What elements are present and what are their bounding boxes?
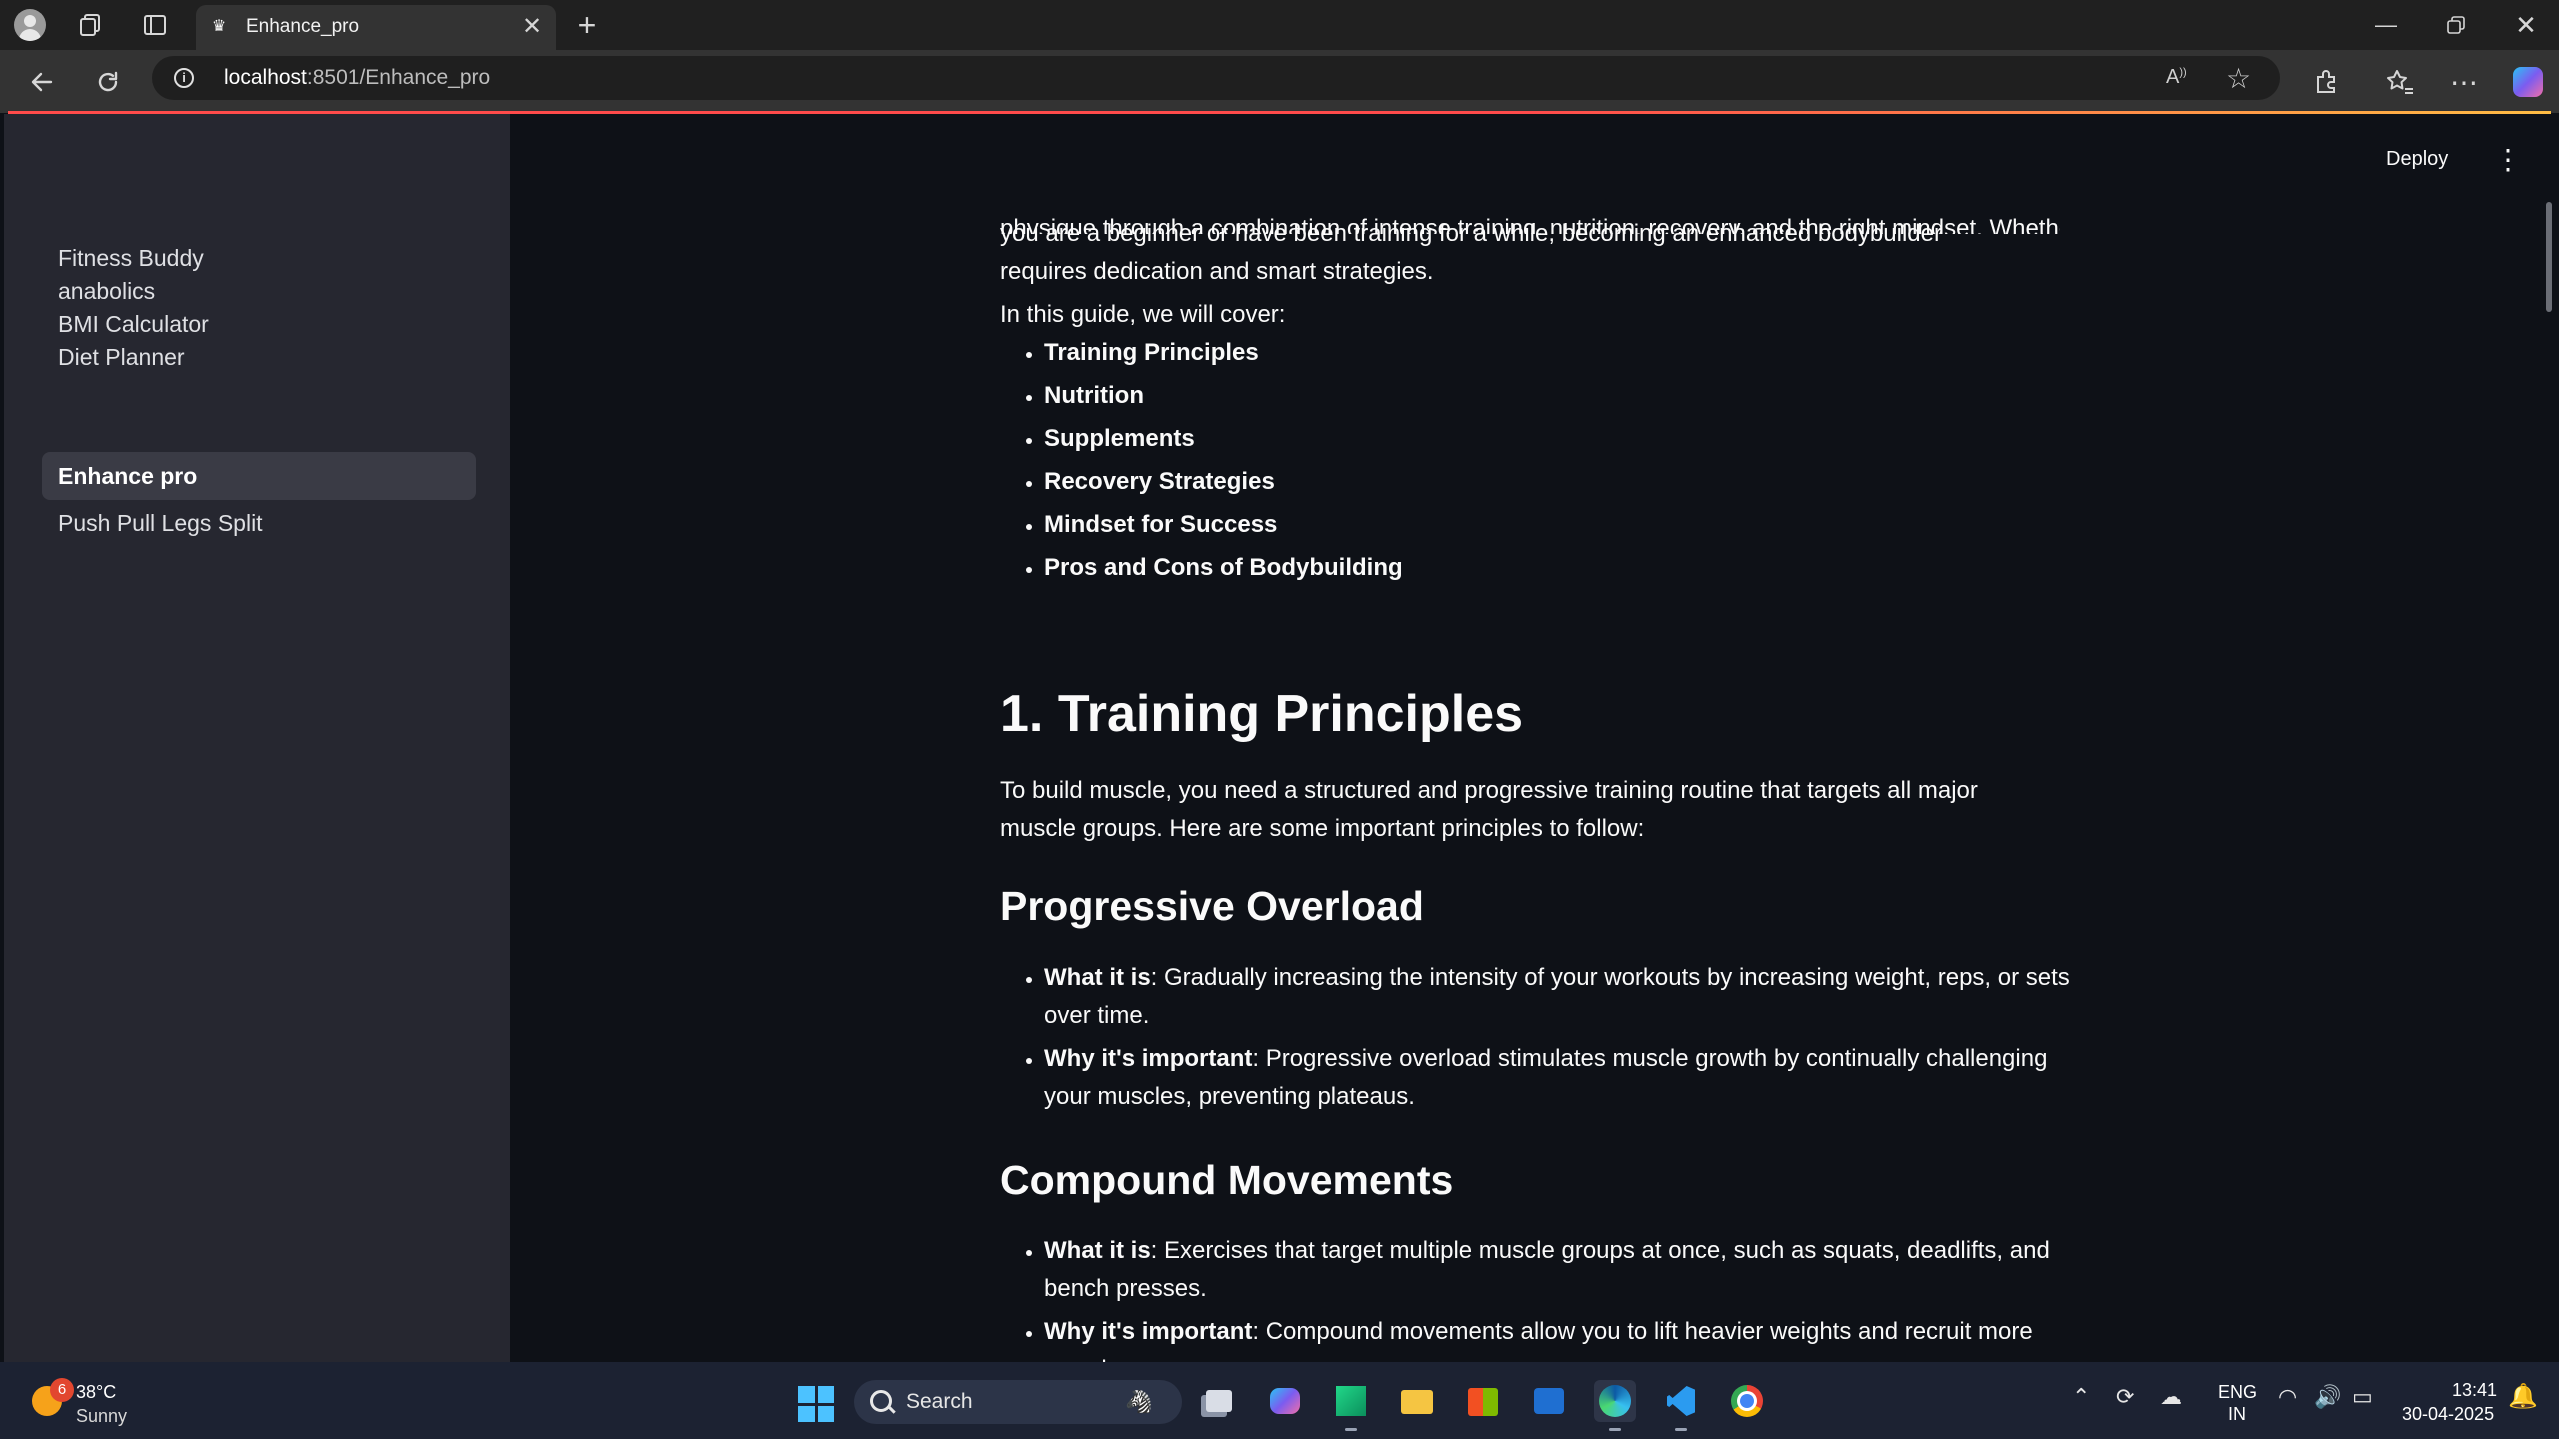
weather-temperature: 38°C (76, 1382, 117, 1402)
language-indicator[interactable]: ENG (2218, 1382, 2257, 1403)
chrome-icon[interactable] (1726, 1380, 1768, 1422)
browser-tab-bar: ♛ Enhance_pro ✕ + — ✕ (0, 0, 2559, 50)
language-region[interactable]: IN (2228, 1404, 2246, 1425)
new-tab-button[interactable]: + (570, 9, 604, 41)
search-highlight-icon: 🦓 (1125, 1389, 1153, 1414)
cover-list: Training Principles Nutrition Supplement… (1000, 334, 2084, 592)
site-info-icon[interactable]: i (174, 68, 194, 88)
wifi-icon[interactable]: ◠ (2278, 1384, 2297, 1410)
list-item: Why it's important: Progressive overload… (1044, 1040, 2084, 1116)
volume-icon[interactable]: 🔊 (2314, 1384, 2341, 1410)
clock-date[interactable]: 30-04-2025 (2402, 1404, 2494, 1425)
show-hidden-icons-icon[interactable]: ⌃ (2072, 1384, 2090, 1410)
url-host: localhost (224, 66, 307, 89)
main-content: Deploy ⋮ physique through a combination … (510, 114, 2552, 1362)
subsection-heading: Compound Movements (1000, 1157, 1454, 1203)
list-item: Training Principles (1044, 334, 2084, 372)
list-item: What it is: Exercises that target multip… (1044, 1232, 2084, 1308)
browser-tab-active[interactable]: ♛ Enhance_pro ✕ (196, 5, 556, 50)
notifications-icon[interactable]: 🔔 (2508, 1382, 2538, 1411)
main-menu-icon[interactable]: ⋮ (2494, 142, 2522, 178)
tab-close-icon[interactable]: ✕ (518, 13, 546, 41)
favorites-icon[interactable] (2380, 64, 2420, 100)
copilot-app-icon[interactable] (1264, 1380, 1306, 1422)
close-window-icon[interactable]: ✕ (2506, 9, 2546, 41)
weather-badge: 6 (50, 1378, 74, 1402)
list-item: Mindset for Success (1044, 506, 2084, 544)
microsoft-store-icon[interactable] (1462, 1380, 1504, 1422)
onedrive-icon[interactable]: ☁ (2160, 1384, 2182, 1410)
read-aloud-icon[interactable]: A)) (2166, 66, 2187, 89)
taskbar-search[interactable]: Search 🦓 (854, 1380, 1182, 1424)
list-item: Why it's important: Compound movements a… (1044, 1313, 2084, 1362)
url-text[interactable]: localhost:8501/Enhance_pro (224, 66, 490, 90)
tab-actions-icon[interactable] (138, 9, 172, 41)
windows-start-icon[interactable] (798, 1386, 834, 1422)
sidebar: Fitness Buddy anabolics BMI Calculator D… (4, 114, 510, 1362)
weather-condition: Sunny (76, 1406, 128, 1426)
battery-icon[interactable]: ▭ (2352, 1384, 2373, 1410)
back-icon[interactable] (22, 64, 62, 100)
section-heading: 1. Training Principles (1000, 685, 1524, 743)
file-explorer-icon[interactable] (1396, 1380, 1438, 1422)
subsection-heading: Progressive Overload (1000, 883, 1424, 929)
search-placeholder: Search (906, 1390, 973, 1413)
progressive-overload-list: What it is: Gradually increasing the int… (1000, 959, 2084, 1121)
list-item: Pros and Cons of Bodybuilding (1044, 549, 2084, 587)
tab-title: Enhance_pro (246, 16, 360, 37)
refresh-icon[interactable] (88, 64, 128, 100)
restore-icon[interactable] (2436, 9, 2476, 41)
sidebar-item-enhance-pro[interactable]: Enhance pro (42, 452, 476, 500)
compound-movements-list: What it is: Exercises that target multip… (1000, 1232, 2084, 1362)
extensions-icon[interactable] (2306, 64, 2346, 100)
sync-icon[interactable]: ⟳ (2116, 1384, 2134, 1410)
windows-taskbar: 6 38°C Sunny Search 🦓 ⌃ ⟳ ☁ ENG IN ◠ 🔊 ▭… (0, 1362, 2559, 1439)
cover-intro: In this guide, we will cover: (1000, 301, 1286, 328)
url-path: :8501/Enhance_pro (306, 66, 491, 89)
list-item: Supplements (1044, 420, 2084, 458)
section-paragraph: To build muscle, you need a structured a… (1000, 777, 1978, 842)
address-bar[interactable]: i localhost:8501/Enhance_pro A)) ☆ (152, 56, 2280, 100)
vscode-icon[interactable] (1660, 1380, 1702, 1431)
list-item: Nutrition (1044, 377, 2084, 415)
sidebar-item-diet-planner[interactable]: Diet Planner (42, 333, 476, 381)
copilot-logo (2513, 67, 2543, 97)
workspaces-icon[interactable] (74, 9, 108, 41)
list-item: Recovery Strategies (1044, 463, 2084, 501)
edge-icon[interactable] (1594, 1380, 1636, 1431)
pycharm-icon[interactable] (1330, 1380, 1372, 1431)
favorite-star-icon[interactable]: ☆ (2226, 62, 2251, 95)
copilot-icon[interactable] (2508, 64, 2548, 100)
weather-widget[interactable]: 6 38°C Sunny (28, 1376, 168, 1428)
list-item: What it is: Gradually increasing the int… (1044, 959, 2084, 1035)
deploy-button[interactable]: Deploy (2386, 148, 2448, 171)
task-view-icon[interactable] (1198, 1380, 1240, 1422)
clock-time[interactable]: 13:41 (2452, 1380, 2497, 1401)
browser-toolbar: i localhost:8501/Enhance_pro A)) ☆ ⋯ (0, 50, 2559, 113)
minimize-icon[interactable]: — (2366, 9, 2406, 41)
more-icon[interactable]: ⋯ (2444, 64, 2484, 100)
outlook-icon[interactable] (1528, 1380, 1570, 1422)
scrollbar-thumb[interactable] (2546, 202, 2552, 312)
search-icon (870, 1390, 892, 1412)
intro-paragraph: you are a beginner or have been training… (1000, 220, 1942, 285)
streamlit-favicon-icon: ♛ (211, 18, 227, 35)
sidebar-item-push-pull-legs-split[interactable]: Push Pull Legs Split (42, 499, 476, 547)
profile-avatar[interactable] (14, 9, 46, 41)
